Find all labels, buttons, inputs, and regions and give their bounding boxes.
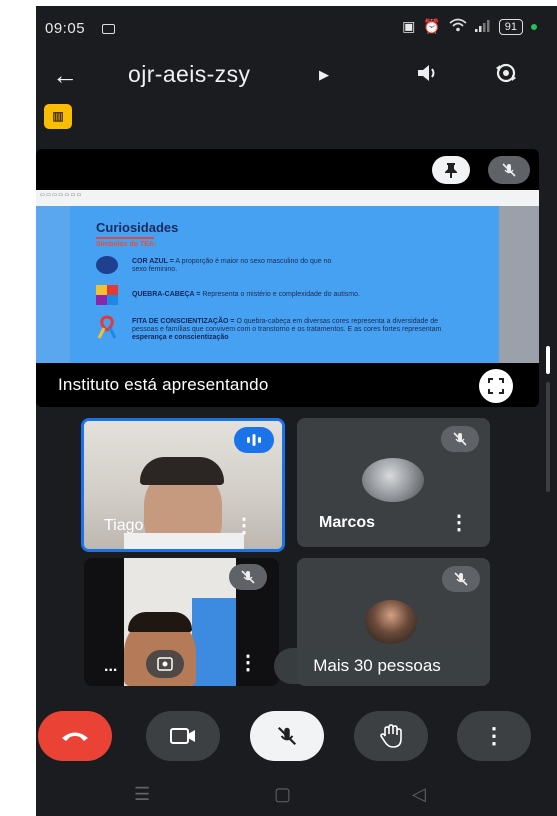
meeting-header: ← ojr-aeis-zsy ▶ bbox=[36, 50, 557, 100]
nfc-icon: ▣ bbox=[402, 18, 416, 34]
slide-item-3: FITA DE CONSCIENTIZAÇÃO = O quebra-cabeç… bbox=[132, 318, 462, 342]
battery-indicator: 91 bbox=[498, 18, 523, 35]
more-options-icon[interactable]: ⋮ bbox=[238, 650, 258, 675]
puzzle-icon bbox=[96, 285, 120, 305]
participant-tile-tiago[interactable]: Tiago ⋮ bbox=[81, 418, 285, 552]
mic-off-icon bbox=[442, 566, 480, 592]
status-right: ▣ ⏰ 91 bbox=[402, 18, 537, 35]
pin-icon[interactable] bbox=[432, 156, 470, 184]
slide-item-3-heading: FITA DE CONSCIENTIZAÇÃO = bbox=[132, 318, 235, 325]
screen-record-icon bbox=[102, 24, 115, 34]
more-options-icon: ⋮ bbox=[483, 723, 505, 748]
raise-hand-button[interactable] bbox=[354, 711, 428, 761]
mic-off-icon bbox=[441, 426, 479, 452]
participant-shirt bbox=[124, 533, 244, 549]
speaker-icon[interactable] bbox=[416, 62, 440, 90]
slide-title-underline bbox=[96, 237, 154, 239]
active-dot bbox=[531, 23, 537, 30]
avatar bbox=[362, 458, 424, 502]
arrow-left-icon[interactable]: ← bbox=[52, 60, 78, 91]
avatar bbox=[365, 600, 417, 644]
more-options-button[interactable]: ⋮ bbox=[457, 711, 531, 761]
mic-off-button[interactable] bbox=[250, 711, 324, 761]
back-nav-icon[interactable]: ◁ bbox=[412, 784, 426, 805]
slide-subtitle: Símbolos do TEA: bbox=[96, 241, 157, 248]
home-icon[interactable]: ▢ bbox=[274, 784, 291, 805]
slide-item-2-text: Representa o mistério e complexidade do … bbox=[202, 291, 360, 298]
participant-hair bbox=[128, 612, 192, 632]
slide-item-1: COR AZUL = A proporção é maior no sexo m… bbox=[132, 258, 342, 274]
phone-screen: 09:05 ▣ ⏰ 91 ← ojr-aeis-zsy ▶ ▥ ▭ ▭ ▭ ▭ … bbox=[36, 6, 557, 816]
browser-toolbar: ▭ ▭ ▭ ▭ ▭ ▭ ▭ bbox=[36, 190, 539, 207]
speaking-indicator-icon bbox=[234, 427, 274, 453]
caret-right-icon[interactable]: ▶ bbox=[319, 67, 329, 83]
participant-name: Tiago bbox=[104, 517, 144, 534]
signal-icon bbox=[474, 19, 491, 35]
more-options-icon[interactable]: ⋮ bbox=[234, 513, 254, 538]
mic-off-icon bbox=[488, 156, 530, 184]
ribbon-icon bbox=[96, 315, 118, 344]
slide-item-2-heading: QUEBRA-CABEÇA = bbox=[132, 291, 201, 298]
slide-item-3-emphasis: esperança e conscientização bbox=[132, 334, 229, 341]
camera-button[interactable] bbox=[146, 711, 220, 761]
slide-title: Curiosidades bbox=[96, 220, 179, 235]
fullscreen-icon[interactable] bbox=[479, 369, 513, 403]
system-nav-bar: ☰ ▢ ◁ bbox=[36, 776, 557, 816]
add-frame-icon[interactable] bbox=[146, 650, 184, 678]
participant-tile-marcos[interactable]: Marcos ⋮ bbox=[297, 418, 490, 547]
switch-camera-icon[interactable] bbox=[493, 62, 519, 90]
status-time: 09:05 bbox=[45, 20, 86, 37]
slide-item-1-heading: COR AZUL = bbox=[132, 258, 174, 265]
participant-name: Marcos bbox=[319, 514, 376, 531]
participant-hair bbox=[140, 457, 224, 485]
alarm-icon: ⏰ bbox=[423, 18, 441, 34]
participant-tile-3[interactable]: ... ⋮ bbox=[84, 558, 279, 686]
recents-icon[interactable]: ☰ bbox=[134, 784, 150, 805]
blue-circle-symbol bbox=[96, 256, 118, 274]
participant-name: ... bbox=[104, 658, 118, 675]
more-participants-pill[interactable]: Mais 30 pessoas bbox=[274, 648, 480, 684]
wifi-icon bbox=[449, 18, 467, 35]
presenter-label: Instituto está apresentando bbox=[58, 375, 269, 394]
end-call-button[interactable] bbox=[38, 711, 112, 761]
presentation-footer: Instituto está apresentando bbox=[36, 363, 539, 407]
slide-margin-right bbox=[499, 206, 539, 363]
meeting-code[interactable]: ojr-aeis-zsy bbox=[128, 61, 250, 88]
presentation-tile[interactable]: ▭ ▭ ▭ ▭ ▭ ▭ ▭ Curiosidades Símbolos do T… bbox=[36, 149, 539, 407]
mic-off-icon bbox=[229, 564, 267, 590]
video-wall bbox=[192, 598, 236, 686]
status-bar: 09:05 ▣ ⏰ 91 bbox=[36, 6, 557, 50]
room-badge-icon[interactable]: ▥ bbox=[44, 104, 72, 129]
more-options-icon[interactable]: ⋮ bbox=[449, 510, 469, 535]
slide-item-2: QUEBRA-CABEÇA = Representa o mistério e … bbox=[132, 291, 402, 299]
scrollbar[interactable] bbox=[546, 346, 550, 496]
shared-slide: ▭ ▭ ▭ ▭ ▭ ▭ ▭ Curiosidades Símbolos do T… bbox=[36, 190, 539, 363]
slide-margin-left bbox=[36, 206, 70, 363]
